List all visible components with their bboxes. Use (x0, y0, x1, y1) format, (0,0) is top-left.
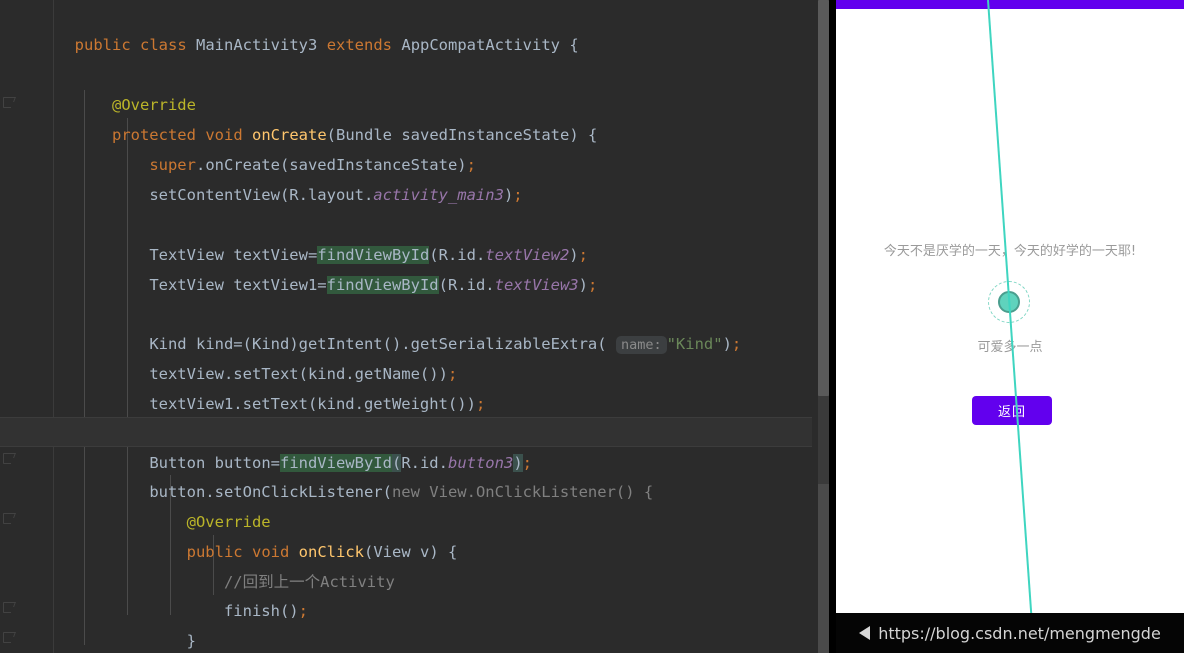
loading-indicator (988, 281, 1032, 325)
code-line[interactable]: finish(); (0, 566, 812, 620)
hint-text-label: 今天不是厌学的一天，今天的好学的一天耶! (883, 244, 1137, 259)
code-content[interactable]: public class MainActivity3 extends AppCo… (0, 0, 812, 653)
android-emulator-pane[interactable]: 今天不是厌学的一天，今天的好学的一天耶! 可爱多一点 返回 https://bl… (836, 0, 1184, 653)
android-status-bar (836, 0, 1184, 9)
code-line[interactable]: TextView textView1=findViewById(R.id.tex… (0, 240, 812, 294)
code-line[interactable]: } (0, 596, 812, 650)
code-line[interactable]: protected void onCreate(Bundle savedInst… (0, 90, 812, 144)
code-line-comment[interactable]: //回到上一个Activity (0, 537, 812, 591)
teal-dot-icon (998, 291, 1020, 313)
code-line[interactable]: textView1.setText(kind.getWeight()); (0, 359, 812, 413)
scrollbar-thumb[interactable] (818, 0, 829, 396)
code-line[interactable]: button.setOnClickListener(new View.OnCli… (0, 447, 812, 501)
code-line[interactable]: }); (0, 626, 812, 653)
android-app-content: 今天不是厌学的一天，今天的好学的一天耶! 可爱多一点 返回 (836, 9, 1184, 613)
android-navigation-bar[interactable]: https://blog.csdn.net/mengmengde @CSDN博客 (836, 613, 1184, 653)
watermark-url-text: https://blog.csdn.net/mengmengde (878, 623, 1161, 643)
back-triangle-icon[interactable] (859, 626, 871, 640)
code-line[interactable]: textView.setText(kind.getName()); (0, 329, 812, 383)
code-line[interactable]: TextView textView=findViewById(R.id.text… (0, 210, 812, 264)
code-line[interactable]: Kind kind=(Kind)getIntent().getSerializa… (0, 299, 812, 354)
code-line-current[interactable]: Button button=findViewById(R.id.button3)… (0, 417, 812, 472)
code-line[interactable]: @Override (0, 60, 812, 114)
back-button[interactable]: 返回 (972, 396, 1052, 425)
code-editor-pane[interactable]: public class MainActivity3 extends AppCo… (0, 0, 836, 653)
code-line[interactable]: public class MainActivity3 extends AppCo… (0, 0, 812, 54)
code-line[interactable]: @Override (0, 477, 812, 531)
sub-text-label: 可爱多一点 (977, 340, 1043, 355)
scrollbar-thumb-lower[interactable] (818, 484, 829, 653)
code-line[interactable]: setContentView(R.layout.activity_main3); (0, 150, 812, 204)
code-line[interactable]: public void onClick(View v) { (0, 507, 812, 561)
pane-divider[interactable] (829, 0, 836, 653)
code-line[interactable]: super.onCreate(savedInstanceState); (0, 120, 812, 174)
screenshot-root: public class MainActivity3 extends AppCo… (0, 0, 1184, 653)
